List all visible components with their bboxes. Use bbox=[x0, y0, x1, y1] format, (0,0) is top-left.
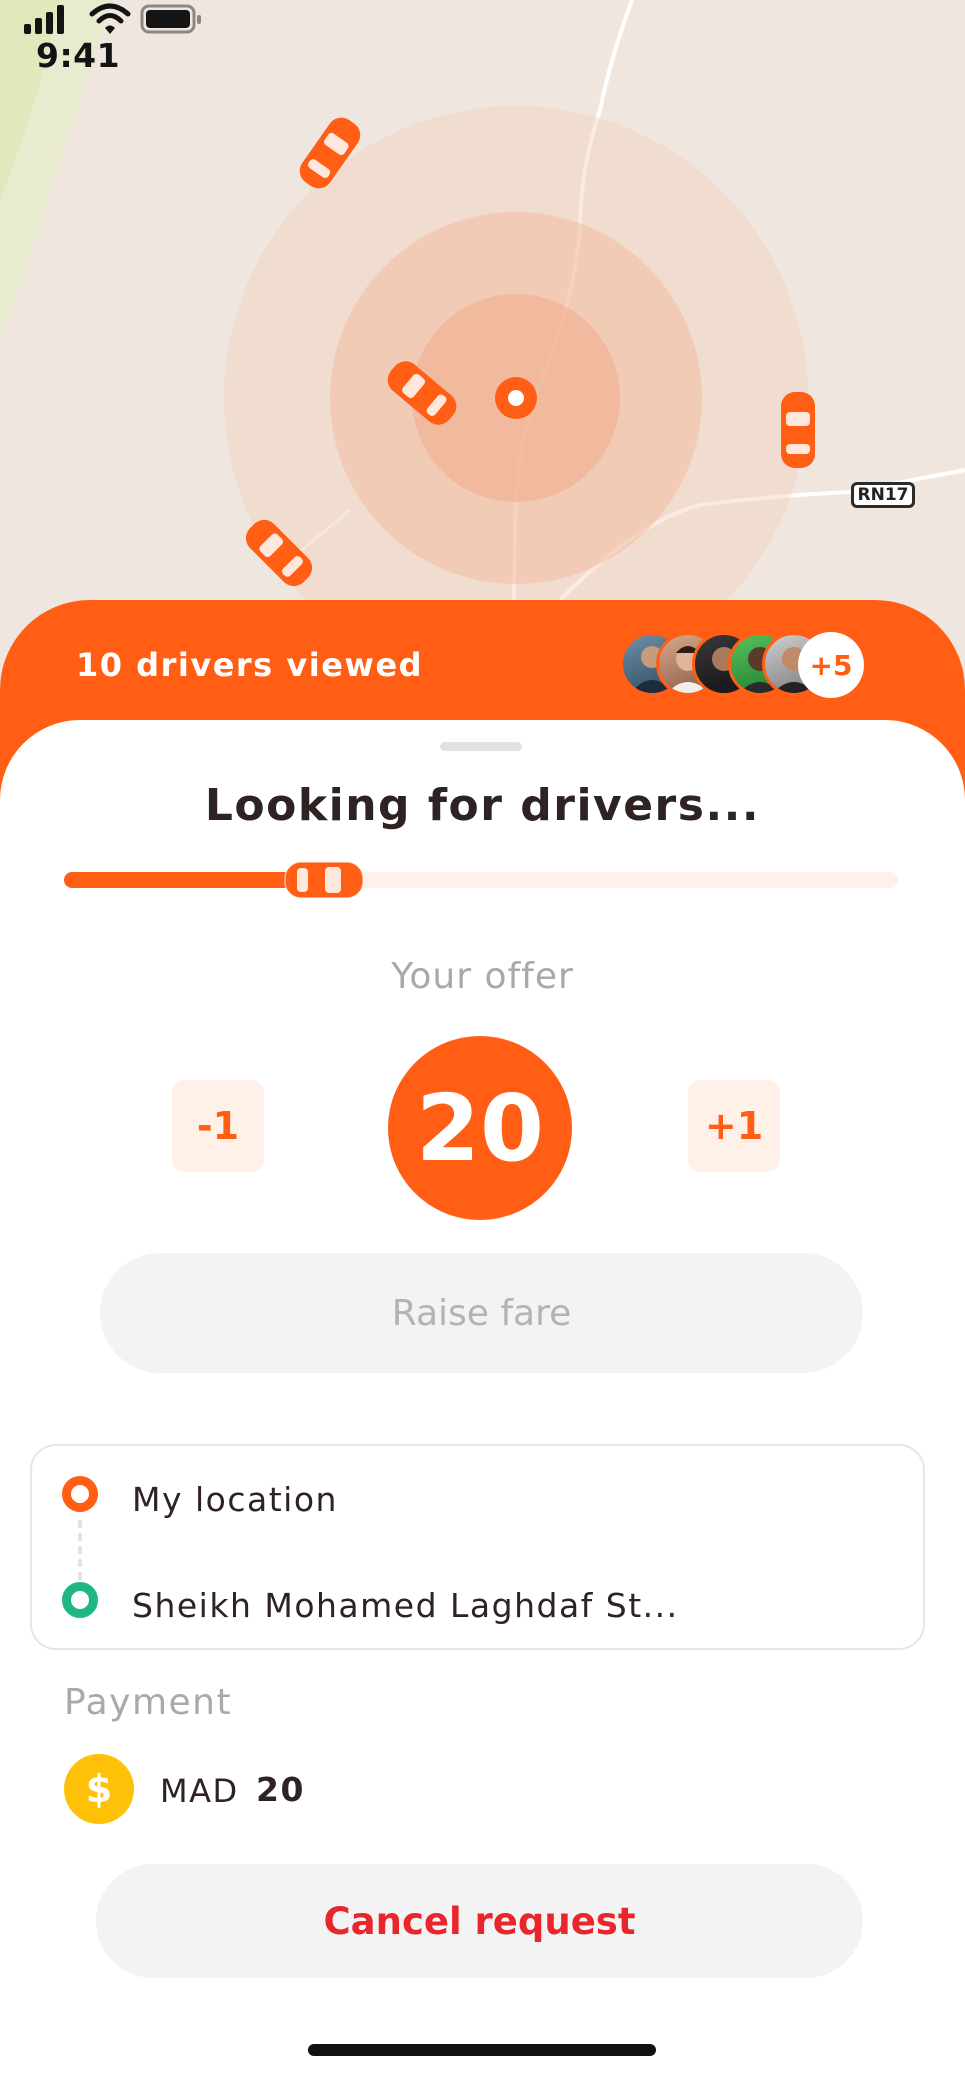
location-pin-icon bbox=[495, 377, 537, 419]
car-icon bbox=[299, 117, 361, 189]
status-time: 9:41 bbox=[36, 36, 121, 75]
car-icon bbox=[284, 861, 364, 899]
car-icon bbox=[245, 519, 313, 587]
route-card[interactable]: My location Sheikh Mohamed Laghdaf St... bbox=[30, 1444, 925, 1650]
bottom-sheet: Looking for drivers... Your offer -1 20 … bbox=[0, 720, 965, 2088]
road-sign: RN17 bbox=[851, 482, 915, 508]
battery-icon bbox=[140, 4, 201, 34]
destination-address: Sheikh Mohamed Laghdaf St... bbox=[132, 1586, 679, 1625]
origin-address: My location bbox=[132, 1480, 338, 1519]
more-drivers-badge: +5 bbox=[798, 632, 864, 698]
offer-value: 20 bbox=[388, 1036, 572, 1220]
cancel-request-button[interactable]: Cancel request bbox=[96, 1864, 863, 1978]
wifi-icon bbox=[89, 3, 131, 34]
drivers-viewed-label: 10 drivers viewed bbox=[76, 646, 424, 684]
destination-dot-icon bbox=[62, 1582, 98, 1618]
map-view[interactable]: RN17 9:41 bbox=[0, 0, 965, 700]
home-indicator bbox=[308, 2044, 656, 2056]
route-connector bbox=[78, 1520, 82, 1580]
payment-label: Payment bbox=[64, 1682, 233, 1723]
payment-currency: MAD bbox=[160, 1772, 239, 1810]
driver-avatars[interactable]: +5 bbox=[620, 630, 870, 700]
sheet-handle[interactable] bbox=[440, 742, 522, 751]
search-progress-bar bbox=[64, 872, 898, 888]
increase-offer-button[interactable]: +1 bbox=[688, 1080, 780, 1172]
car-icon bbox=[387, 361, 457, 425]
payment-amount: 20 bbox=[256, 1770, 305, 1809]
status-bar: 9:41 bbox=[0, 0, 965, 110]
offer-label: Your offer bbox=[391, 956, 574, 997]
signal-icon bbox=[24, 5, 64, 34]
decrease-offer-button[interactable]: -1 bbox=[172, 1080, 264, 1172]
raise-fare-button[interactable]: Raise fare bbox=[100, 1253, 863, 1373]
car-icon bbox=[781, 392, 815, 468]
search-title: Looking for drivers... bbox=[204, 780, 761, 831]
dollar-coin-icon: $ bbox=[64, 1754, 134, 1824]
status-icons bbox=[24, 3, 201, 34]
origin-dot-icon bbox=[62, 1476, 98, 1512]
